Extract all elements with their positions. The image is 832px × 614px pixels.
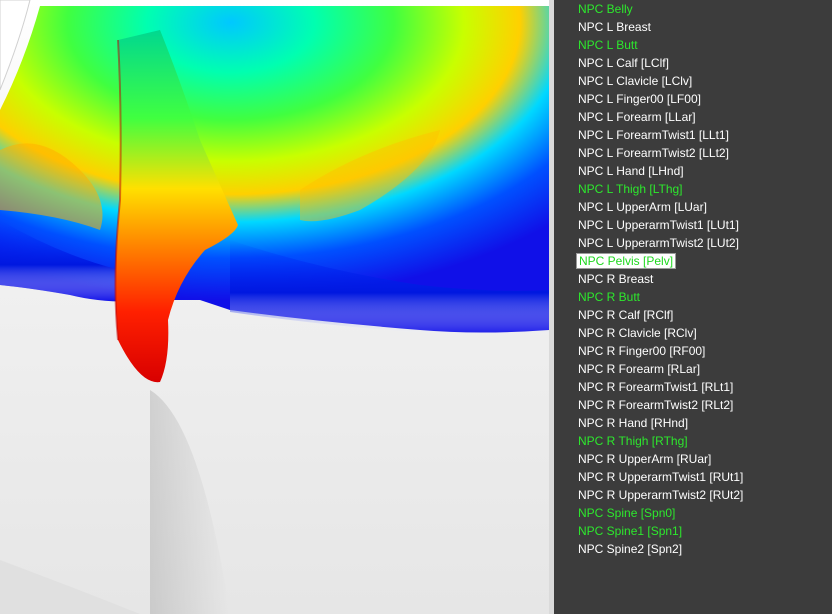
bone-list-item[interactable]: NPC Belly [554, 0, 832, 18]
bone-list-item[interactable]: NPC L Calf [LClf] [554, 54, 832, 72]
bone-list-item[interactable]: NPC R UpperarmTwist1 [RUt1] [554, 468, 832, 486]
bone-label: NPC Spine [Spn0] [578, 506, 676, 520]
bone-list-item[interactable]: NPC L Forearm [LLar] [554, 108, 832, 126]
bone-list-item[interactable]: NPC R Butt [554, 288, 832, 306]
bone-list-item[interactable]: NPC L Breast [554, 18, 832, 36]
bone-label: NPC R Hand [RHnd] [578, 416, 689, 430]
bone-label: NPC R ForearmTwist1 [RLt1] [578, 380, 734, 394]
bone-label: NPC L Butt [578, 38, 638, 52]
bone-list-item[interactable]: NPC R UpperarmTwist2 [RUt2] [554, 486, 832, 504]
bone-label: NPC R Thigh [RThg] [578, 434, 688, 448]
bone-list-item[interactable]: NPC R Thigh [RThg] [554, 432, 832, 450]
bone-list-panel: NPC Belly NPC L Breast NPC L Butt NPC L Cal… [554, 0, 832, 614]
bone-list-item[interactable]: NPC R UpperArm [RUar] [554, 450, 832, 468]
bone-label: NPC L Thigh [LThg] [578, 182, 683, 196]
bone-list-item[interactable]: NPC R ForearmTwist1 [RLt1] [554, 378, 832, 396]
bone-label: NPC L Clavicle [LClv] [578, 74, 693, 88]
bone-list-item[interactable]: NPC Spine2 [Spn2] [554, 540, 832, 558]
bone-label: NPC L Forearm [LLar] [578, 110, 696, 124]
bone-label: NPC L Finger00 [LF00] [578, 92, 701, 106]
bone-label: NPC R UpperarmTwist1 [RUt1] [578, 470, 744, 484]
bone-label: NPC R Calf [RClf] [578, 308, 674, 322]
bone-list-item[interactable]: NPC R Clavicle [RClv] [554, 324, 832, 342]
bone-list-item[interactable]: NPC L UpperarmTwist1 [LUt1] [554, 216, 832, 234]
bone-list-item[interactable]: NPC R Calf [RClf] [554, 306, 832, 324]
bone-label: NPC L Calf [LClf] [578, 56, 669, 70]
bone-label: NPC R Forearm [RLar] [578, 362, 701, 376]
bone-label: NPC L ForearmTwist2 [LLt2] [578, 146, 729, 160]
bone-label: NPC R Butt [578, 290, 641, 304]
bone-list-item[interactable]: NPC R Finger00 [RF00] [554, 342, 832, 360]
weight-heatmap-render [0, 0, 549, 614]
bone-label: NPC L ForearmTwist1 [LLt1] [578, 128, 729, 142]
bone-list-item[interactable]: NPC L ForearmTwist2 [LLt2] [554, 144, 832, 162]
bone-list-item[interactable]: NPC L Thigh [LThg] [554, 180, 832, 198]
bone-list-item[interactable]: NPC L ForearmTwist1 [LLt1] [554, 126, 832, 144]
bone-label: NPC R Clavicle [RClv] [578, 326, 697, 340]
bone-list-item[interactable]: NPC L Clavicle [LClv] [554, 72, 832, 90]
bone-label: NPC R Breast [578, 272, 654, 286]
bone-label: NPC R Finger00 [RF00] [578, 344, 706, 358]
bone-list-item[interactable]: NPC Pelvis [Pelv] [554, 252, 832, 270]
bone-list: NPC Belly NPC L Breast NPC L Butt NPC L Cal… [554, 0, 832, 558]
bone-list-item[interactable]: NPC L Finger00 [LF00] [554, 90, 832, 108]
bone-list-item[interactable]: NPC R Breast [554, 270, 832, 288]
bone-label: NPC L Breast [578, 20, 651, 34]
bone-label: NPC R ForearmTwist2 [RLt2] [578, 398, 734, 412]
3d-viewport[interactable] [0, 0, 549, 614]
bone-list-item[interactable]: NPC Spine1 [Spn1] [554, 522, 832, 540]
bone-list-item[interactable]: NPC R Hand [RHnd] [554, 414, 832, 432]
bone-list-item[interactable]: NPC R Forearm [RLar] [554, 360, 832, 378]
bone-label: NPC L UpperarmTwist1 [LUt1] [578, 218, 739, 232]
bone-list-item[interactable]: NPC L UpperArm [LUar] [554, 198, 832, 216]
bone-list-item[interactable]: NPC Spine [Spn0] [554, 504, 832, 522]
bone-list-item[interactable]: NPC L Butt [554, 36, 832, 54]
bone-label: NPC Belly [578, 2, 633, 16]
bone-label: NPC L UpperarmTwist2 [LUt2] [578, 236, 739, 250]
bone-label: NPC L Hand [LHnd] [578, 164, 684, 178]
bone-label: NPC R UpperarmTwist2 [RUt2] [578, 488, 744, 502]
bone-list-item[interactable]: NPC L Hand [LHnd] [554, 162, 832, 180]
bone-label: NPC Pelvis [Pelv] [576, 253, 677, 269]
bone-label: NPC Spine2 [Spn2] [578, 542, 683, 556]
bone-list-item[interactable]: NPC R ForearmTwist2 [RLt2] [554, 396, 832, 414]
bone-label: NPC Spine1 [Spn1] [578, 524, 683, 538]
bone-label: NPC L UpperArm [LUar] [578, 200, 707, 214]
bone-label: NPC R UpperArm [RUar] [578, 452, 712, 466]
bone-list-item[interactable]: NPC L UpperarmTwist2 [LUt2] [554, 234, 832, 252]
